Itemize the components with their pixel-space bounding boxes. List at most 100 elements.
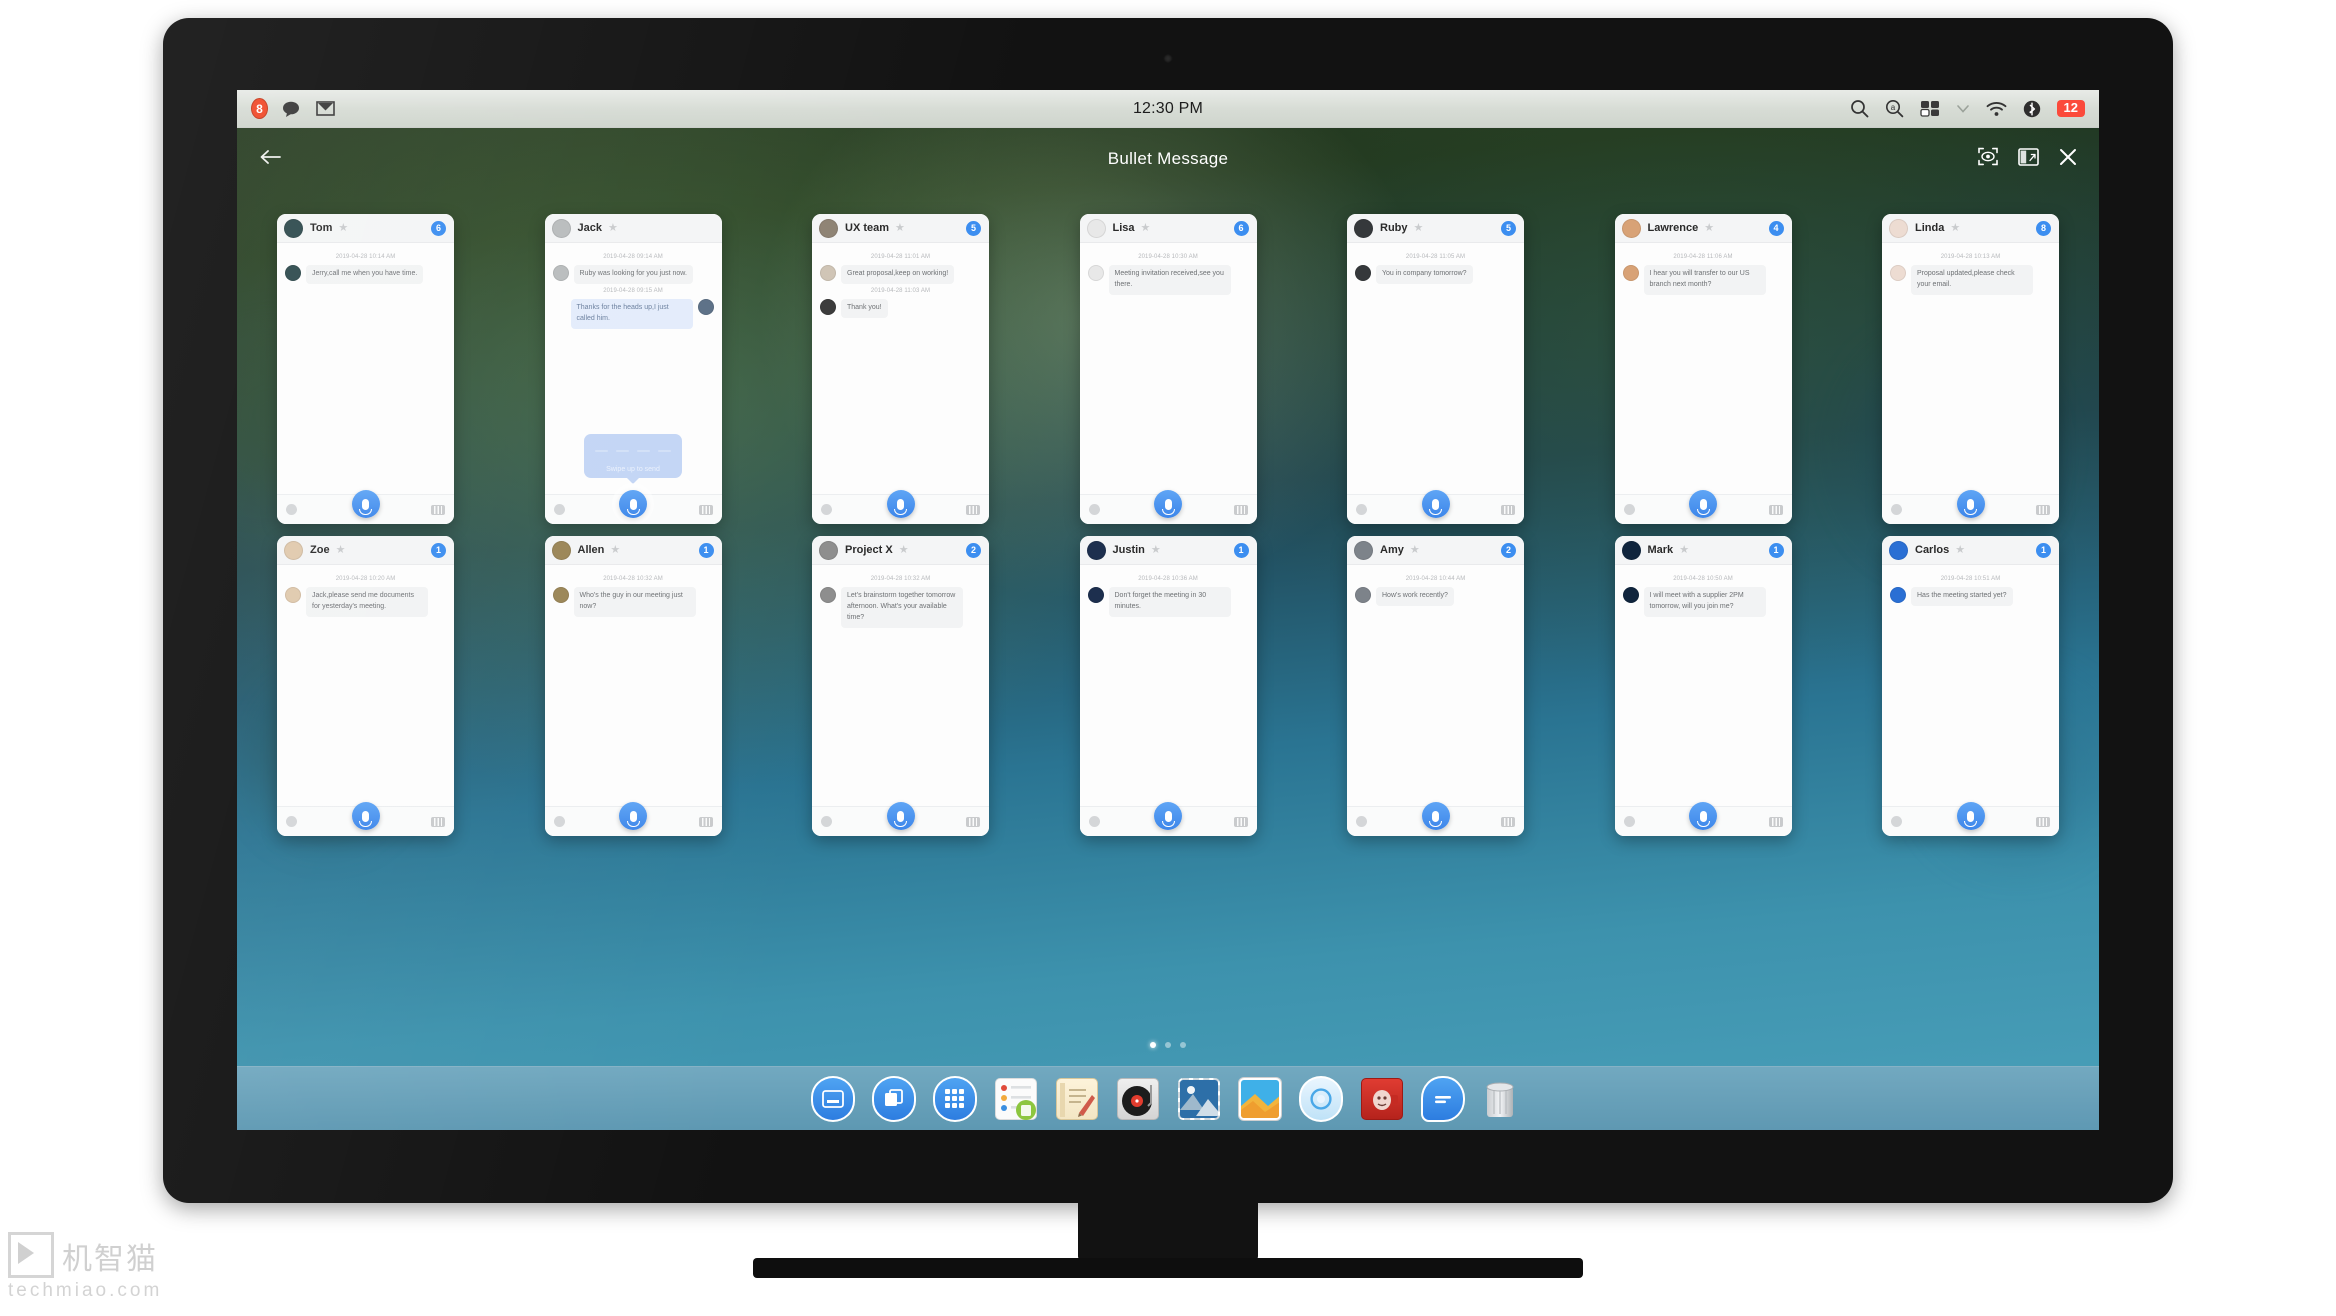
- keyboard-icon[interactable]: [1501, 816, 1515, 827]
- conversation-card[interactable]: Carlos ★ 1 2019-04-28 10:51 AM Has the meeti…: [1882, 536, 2059, 836]
- page-dot[interactable]: [1180, 1042, 1186, 1048]
- emoji-icon[interactable]: [553, 504, 565, 515]
- keyboard-icon[interactable]: [966, 504, 980, 515]
- voice-record-button[interactable]: [351, 490, 380, 518]
- conversation-card[interactable]: Tom ★ 6 2019-04-28 10:14 AM Jerry,call me wh…: [277, 214, 454, 524]
- keyboard-icon[interactable]: [1233, 504, 1248, 515]
- voice-record-button[interactable]: [1421, 802, 1450, 830]
- voice-record-button[interactable]: [886, 802, 915, 830]
- dock-item-contacts[interactable]: [993, 1076, 1039, 1122]
- dock-item-photos[interactable]: [1237, 1076, 1283, 1122]
- keyboard-icon[interactable]: [966, 816, 980, 827]
- dock-item-notes[interactable]: [1054, 1076, 1100, 1122]
- dock-item-messages[interactable]: [1420, 1075, 1466, 1122]
- mission-control-icon[interactable]: [1919, 100, 1940, 117]
- conversation-card[interactable]: Justin ★ 1 2019-04-28 10:36 AM Don't forget …: [1079, 536, 1257, 836]
- bluetooth-icon[interactable]: [2023, 100, 2041, 118]
- voice-record-button[interactable]: [1956, 802, 1985, 830]
- keyboard-icon[interactable]: [431, 504, 445, 515]
- dock-item-launchpad[interactable]: [932, 1075, 978, 1122]
- keyboard-icon[interactable]: [1768, 504, 1783, 515]
- page-indicator[interactable]: [237, 1042, 2099, 1048]
- conversation-card[interactable]: Project X ★ 2 2019-04-28 10:32 AM Let's brai…: [812, 536, 989, 836]
- page-dot[interactable]: [1150, 1042, 1156, 1048]
- voice-record-button[interactable]: [1154, 802, 1182, 830]
- emoji-icon[interactable]: [821, 816, 832, 827]
- chevron-down-icon[interactable]: [1956, 104, 1970, 114]
- conversation-card[interactable]: Ruby ★ 5 2019-04-28 11:05 AM You in company …: [1347, 214, 1524, 524]
- dock-item-red-app[interactable]: [1359, 1076, 1405, 1122]
- dock-item-launchpad-window[interactable]: [810, 1075, 856, 1122]
- emoji-icon[interactable]: [286, 816, 297, 827]
- close-icon[interactable]: [2059, 148, 2077, 171]
- voice-record-button[interactable]: [1689, 802, 1717, 830]
- keyboard-icon[interactable]: [698, 504, 713, 515]
- conversation-card[interactable]: Amy ★ 2 2019-04-28 10:44 AM How's work recen…: [1347, 536, 1524, 836]
- favorite-star-icon[interactable]: ★: [1141, 222, 1151, 234]
- favorite-star-icon[interactable]: ★: [336, 544, 346, 556]
- dock-item-trash[interactable]: [1481, 1076, 1527, 1122]
- dock-item-music[interactable]: [1115, 1076, 1161, 1122]
- conversation-card[interactable]: UX team ★ 5 2019-04-28 11:01 AM Great propos…: [812, 214, 989, 524]
- emoji-icon[interactable]: [1088, 816, 1100, 827]
- voice-record-button[interactable]: [1689, 490, 1717, 518]
- keyboard-icon[interactable]: [698, 816, 713, 827]
- dock-item-stamp[interactable]: [1176, 1076, 1222, 1122]
- favorite-star-icon[interactable]: ★: [1955, 544, 1965, 556]
- emoji-icon[interactable]: [1088, 504, 1100, 515]
- keyboard-icon[interactable]: [1501, 504, 1515, 515]
- favorite-star-icon[interactable]: ★: [1950, 222, 1960, 234]
- keyboard-icon[interactable]: [2036, 816, 2050, 827]
- notification-badge-icon[interactable]: 8: [251, 98, 268, 119]
- voice-record-button[interactable]: [619, 802, 647, 830]
- conversation-card[interactable]: Linda ★ 8 2019-04-28 10:13 AM Proposal updat…: [1882, 214, 2059, 524]
- favorite-star-icon[interactable]: ★: [895, 222, 905, 234]
- battery-percent[interactable]: 12: [2056, 99, 2085, 118]
- favorite-star-icon[interactable]: ★: [608, 222, 618, 234]
- voice-record-button[interactable]: [619, 490, 647, 518]
- voice-record-button[interactable]: [1956, 490, 1985, 518]
- keyboard-icon[interactable]: [2036, 504, 2050, 515]
- dock-item-browser[interactable]: [1298, 1075, 1344, 1122]
- conversation-card[interactable]: Allen ★ 1 2019-04-28 10:32 AM Who's the guy …: [544, 536, 722, 836]
- emoji-icon[interactable]: [821, 504, 832, 515]
- back-button[interactable]: [259, 148, 283, 171]
- voice-record-button[interactable]: [351, 802, 380, 830]
- emoji-icon[interactable]: [286, 504, 297, 515]
- voice-record-button[interactable]: [1421, 490, 1450, 518]
- emoji-icon[interactable]: [553, 816, 565, 827]
- voice-record-button[interactable]: [1154, 490, 1182, 518]
- wifi-icon[interactable]: [1986, 101, 2007, 117]
- conversation-card[interactable]: Lawrence ★ 4 2019-04-28 11:06 AM I hear you …: [1614, 214, 1792, 524]
- emoji-icon[interactable]: [1891, 504, 1902, 515]
- messages-icon[interactable]: [282, 101, 302, 117]
- emoji-icon[interactable]: [1356, 504, 1367, 515]
- conversation-card[interactable]: Mark ★ 1 2019-04-28 10:50 AM I will meet wit…: [1614, 536, 1792, 836]
- spotlight-icon[interactable]: a: [1885, 99, 1904, 118]
- dock-item-finder[interactable]: [871, 1075, 917, 1122]
- search-icon[interactable]: [1850, 99, 1869, 118]
- emoji-icon[interactable]: [1623, 504, 1635, 515]
- mail-icon[interactable]: [316, 101, 335, 116]
- keyboard-icon[interactable]: [1768, 816, 1783, 827]
- favorite-star-icon[interactable]: ★: [338, 222, 348, 234]
- page-dot[interactable]: [1165, 1042, 1171, 1048]
- voice-record-button[interactable]: [886, 490, 915, 518]
- emoji-icon[interactable]: [1623, 816, 1635, 827]
- conversation-card[interactable]: Jack ★ 2019-04-28 09:14 AM Ruby was looking…: [544, 214, 722, 524]
- emoji-icon[interactable]: [1891, 816, 1902, 827]
- keyboard-icon[interactable]: [431, 816, 445, 827]
- conversation-card[interactable]: Lisa ★ 6 2019-04-28 10:30 AM Meeting invitat…: [1079, 214, 1257, 524]
- keyboard-icon[interactable]: [1233, 816, 1248, 827]
- favorite-star-icon[interactable]: ★: [610, 544, 620, 556]
- favorite-star-icon[interactable]: ★: [1410, 544, 1420, 556]
- favorite-star-icon[interactable]: ★: [1151, 544, 1161, 556]
- favorite-star-icon[interactable]: ★: [1679, 544, 1689, 556]
- emoji-icon[interactable]: [1356, 816, 1367, 827]
- split-view-icon[interactable]: [2018, 147, 2039, 171]
- favorite-star-icon[interactable]: ★: [1414, 222, 1424, 234]
- conversation-card[interactable]: Zoe ★ 1 2019-04-28 10:20 AM Jack,please send…: [277, 536, 454, 836]
- focus-icon[interactable]: [1978, 147, 1998, 171]
- favorite-star-icon[interactable]: ★: [899, 544, 909, 556]
- favorite-star-icon[interactable]: ★: [1704, 222, 1714, 234]
